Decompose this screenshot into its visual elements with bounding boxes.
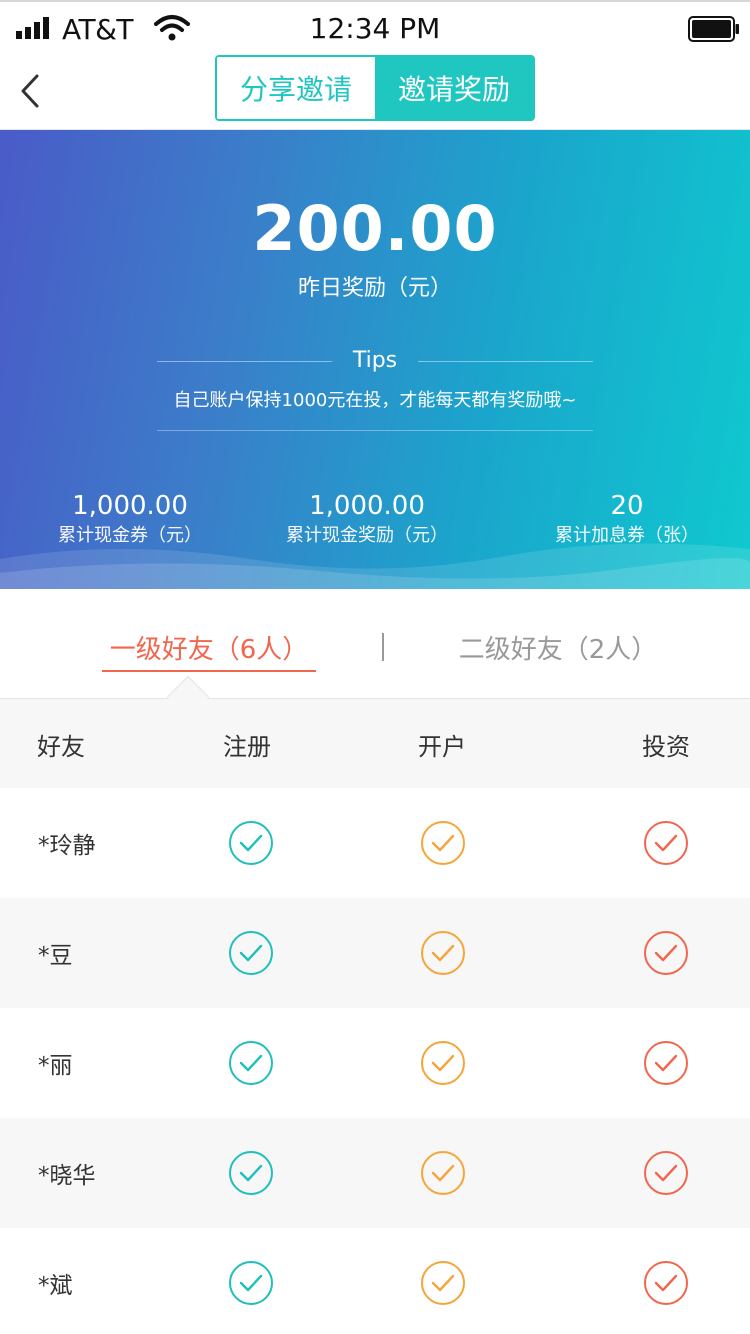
register-check-icon [229, 931, 273, 975]
friend-name: *丽 [38, 1053, 73, 1079]
stat-value: 1,000.00 [309, 491, 425, 521]
battery-icon [688, 16, 739, 42]
reward-banner: 200.00 昨日奖励（元） Tips 自己账户保持1000元在投，才能每天都有… [0, 130, 750, 589]
tab-divider [382, 633, 384, 661]
open-account-check-icon [421, 1041, 465, 1085]
header-register: 注册 [223, 733, 271, 761]
tips-text: 自己账户保持1000元在投，才能每天都有奖励哦~ [173, 390, 577, 411]
invest-check-icon [644, 821, 688, 865]
friend-name: *豆 [38, 943, 73, 969]
register-check-icon [229, 1261, 273, 1305]
invest-check-icon [644, 1151, 688, 1195]
nav-bar: 分享邀请 邀请奖励 [0, 55, 750, 130]
tab-share-invite[interactable]: 分享邀请 [217, 57, 375, 119]
table-row: *玲静 [0, 788, 750, 898]
back-button[interactable] [10, 65, 50, 117]
stat-value: 1,000.00 [72, 491, 188, 521]
open-account-check-icon [421, 1261, 465, 1305]
header-invest: 投资 [642, 733, 690, 761]
banner-wave [0, 543, 750, 589]
register-check-icon [229, 1041, 273, 1085]
invest-check-icon [644, 931, 688, 975]
register-check-icon [229, 1151, 273, 1195]
table-row: *丽 [0, 1008, 750, 1118]
header-open: 开户 [418, 733, 466, 761]
status-time: 12:34 PM [309, 12, 441, 45]
open-account-check-icon [421, 821, 465, 865]
status-bar: AT&T 12:34 PM [0, 0, 750, 55]
tab-invite-reward[interactable]: 邀请奖励 [375, 57, 533, 119]
chevron-left-icon [21, 74, 39, 108]
tips-divider-bottom [157, 430, 593, 431]
tips-divider-right [418, 361, 593, 362]
stat-value: 20 [610, 491, 644, 521]
friend-name: *晓华 [38, 1163, 96, 1189]
friend-list: *玲静 *豆 *丽 *晓华 *斌 [0, 788, 750, 1334]
open-account-check-icon [421, 931, 465, 975]
register-check-icon [229, 821, 273, 865]
invest-check-icon [644, 1041, 688, 1085]
tips-title: Tips [352, 348, 398, 373]
yesterday-reward-label: 昨日奖励（元） [297, 276, 452, 301]
tab-level1-friends[interactable]: 一级好友（6人） [102, 629, 316, 672]
app-screen: AT&T 12:34 PM 分享邀请 邀请奖励 200.00 昨日奖励（元） T… [0, 0, 750, 1334]
header-friend: 好友 [37, 733, 85, 761]
friend-level-tabs: 一级好友（6人） 二级好友（2人） [0, 589, 750, 699]
open-account-check-icon [421, 1151, 465, 1195]
yesterday-reward-amount: 200.00 [252, 192, 498, 265]
tab-level2-friends[interactable]: 二级好友（2人） [440, 629, 676, 666]
invest-check-icon [644, 1261, 688, 1305]
table-row: *斌 [0, 1228, 750, 1334]
table-row: *豆 [0, 898, 750, 1008]
friend-name: *玲静 [38, 833, 96, 859]
table-row: *晓华 [0, 1118, 750, 1228]
table-header: 好友 注册 开户 投资 [0, 699, 750, 788]
friend-name: *斌 [38, 1273, 73, 1299]
segment-control: 分享邀请 邀请奖励 [215, 55, 535, 121]
